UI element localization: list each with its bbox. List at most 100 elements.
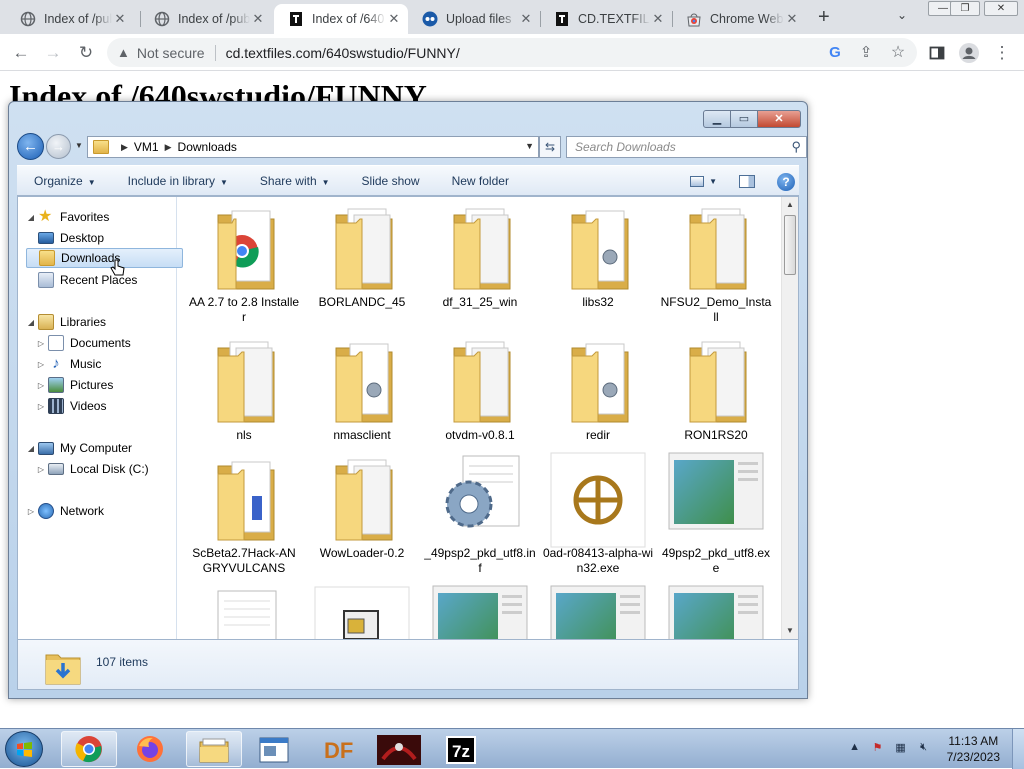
file-item[interactable]: 0ad-r08413-alpha-win32.exe: [542, 448, 654, 578]
bookmark-star-icon[interactable]: ☆: [887, 42, 909, 64]
search-icon[interactable]: ⚲: [791, 137, 801, 157]
nav-downloads[interactable]: Downloads: [26, 248, 183, 268]
file-item[interactable]: otvdm-v0.8.1: [424, 330, 536, 460]
preview-pane-icon[interactable]: [739, 175, 755, 188]
back-arrow-icon[interactable]: ←: [10, 42, 32, 64]
tab-3-active[interactable]: Index of /640 ✕: [274, 4, 408, 34]
url-text[interactable]: cd.textfiles.com/640swstudio/FUNNY/: [226, 45, 460, 61]
collapse-triangle-icon[interactable]: ◢: [26, 213, 36, 222]
back-button[interactable]: ←: [17, 133, 44, 160]
close-tab-icon[interactable]: ✕: [250, 11, 266, 27]
view-options-dropdown[interactable]: ▼: [709, 177, 717, 186]
expand-triangle-icon[interactable]: ▷: [36, 339, 46, 348]
new-folder-button[interactable]: New folder: [435, 174, 524, 188]
address-bar[interactable]: ▲ Not secure cd.textfiles.com/640swstudi…: [107, 38, 917, 67]
share-icon[interactable]: ⇪: [855, 42, 877, 64]
scroll-down-arrow-icon[interactable]: ▼: [782, 623, 798, 639]
close-tab-icon[interactable]: ✕: [784, 11, 800, 27]
taskbar-game[interactable]: [370, 731, 426, 767]
file-item[interactable]: df_31_25_win: [424, 197, 536, 327]
change-view-icon[interactable]: [690, 176, 705, 187]
google-lens-icon[interactable]: G: [824, 42, 846, 64]
nav-videos[interactable]: ▷ Videos: [36, 396, 106, 416]
taskbar-file-explorer[interactable]: [186, 731, 242, 767]
tab-5[interactable]: CD.TEXTFILE ✕: [540, 4, 672, 34]
tab-search-chevron-icon[interactable]: ⌄: [897, 8, 907, 22]
file-item[interactable]: nls: [188, 330, 300, 460]
forward-button[interactable]: →: [46, 134, 71, 159]
nav-pictures[interactable]: ▷ Pictures: [36, 375, 113, 395]
expand-triangle-icon[interactable]: ▷: [26, 507, 36, 516]
nav-libraries[interactable]: ◢ Libraries: [26, 312, 106, 332]
clock[interactable]: 11:13 AM 7/23/2023: [947, 733, 1000, 765]
volume-muted-icon[interactable]: 🔇︎: [916, 741, 932, 757]
scroll-up-arrow-icon[interactable]: ▲: [782, 197, 798, 213]
file-item[interactable]: libs32: [542, 197, 654, 327]
collapse-triangle-icon[interactable]: ◢: [26, 318, 36, 327]
file-item[interactable]: [188, 581, 300, 639]
file-item[interactable]: AA 2.7 to 2.8 Installer: [188, 197, 300, 327]
file-item[interactable]: NFSU2_Demo_Install: [660, 197, 772, 327]
taskbar-window-app[interactable]: [245, 731, 301, 767]
forward-arrow-icon[interactable]: →: [42, 42, 64, 64]
breadcrumb-arrow-icon[interactable]: ▶: [121, 142, 128, 153]
file-item[interactable]: RON1RS20: [660, 330, 772, 460]
nav-documents[interactable]: ▷ Documents: [36, 333, 131, 353]
maximize-button[interactable]: ▭: [730, 110, 758, 128]
collapse-triangle-icon[interactable]: ◢: [26, 444, 36, 453]
close-tab-icon[interactable]: ✕: [112, 11, 128, 27]
nav-network[interactable]: ▷ Network: [26, 501, 104, 521]
nav-local-disk[interactable]: ▷ Local Disk (C:): [36, 459, 149, 479]
expand-triangle-icon[interactable]: ▷: [36, 381, 46, 390]
taskbar-chrome[interactable]: [61, 731, 117, 767]
search-downloads-input[interactable]: Search Downloads ⚲: [566, 136, 807, 158]
explorer-address-bar[interactable]: ▶ VM1 ▶ Downloads ▼: [87, 136, 539, 158]
close-button[interactable]: ✕: [757, 110, 801, 128]
start-button[interactable]: [5, 731, 43, 767]
restore-window-button[interactable]: ❐: [950, 1, 980, 16]
close-tab-icon[interactable]: ✕: [650, 11, 666, 27]
show-desktop-button[interactable]: [1012, 729, 1024, 769]
expand-triangle-icon[interactable]: ▷: [36, 402, 46, 411]
expand-triangle-icon[interactable]: ▷: [36, 465, 46, 474]
file-item[interactable]: nmasclient: [306, 330, 418, 460]
file-item[interactable]: redir: [542, 330, 654, 460]
file-item[interactable]: [306, 581, 418, 639]
expand-triangle-icon[interactable]: ▷: [36, 360, 46, 369]
breadcrumb-vm1[interactable]: VM1: [134, 140, 159, 154]
file-item[interactable]: ScBeta2.7Hack-ANGRYVULCANS: [188, 448, 300, 578]
more-menu-icon[interactable]: ⋮: [991, 42, 1013, 64]
close-tab-icon[interactable]: ✕: [518, 11, 534, 27]
taskbar-7zip[interactable]: 7z: [433, 731, 489, 767]
include-in-library-button[interactable]: Include in library ▼: [111, 174, 243, 188]
close-tab-icon[interactable]: ✕: [386, 11, 402, 27]
reload-icon[interactable]: ↻: [75, 42, 97, 64]
slide-show-button[interactable]: Slide show: [345, 174, 435, 188]
new-tab-button[interactable]: +: [818, 6, 830, 29]
refresh-button[interactable]: ⇆: [539, 136, 561, 158]
address-history-dropdown[interactable]: ▼: [525, 141, 534, 151]
breadcrumb-arrow-icon[interactable]: ▶: [165, 142, 172, 153]
file-item[interactable]: [542, 581, 654, 639]
close-window-button[interactable]: ✕: [984, 1, 1018, 16]
recent-pages-dropdown[interactable]: ▼: [75, 141, 83, 150]
tab-2[interactable]: Index of /pub ✕: [140, 4, 272, 34]
nav-my-computer[interactable]: ◢ My Computer: [26, 438, 132, 458]
tab-4[interactable]: Upload files ✕: [408, 4, 540, 34]
action-center-flag-icon[interactable]: ⚑: [870, 741, 886, 757]
file-item[interactable]: [660, 581, 772, 639]
security-status[interactable]: Not secure: [137, 45, 205, 61]
nav-desktop[interactable]: Desktop: [38, 228, 104, 248]
file-item[interactable]: BORLANDC_45: [306, 197, 418, 327]
show-hidden-icons-arrow[interactable]: ▲: [847, 741, 863, 757]
share-with-button[interactable]: Share with ▼: [243, 174, 345, 188]
file-item[interactable]: [424, 581, 536, 639]
tab-1[interactable]: Index of /pub ✕: [6, 4, 134, 34]
network-tray-icon[interactable]: ▦: [893, 741, 909, 757]
side-panel-icon[interactable]: [926, 42, 948, 64]
warning-triangle-icon[interactable]: ▲: [117, 45, 130, 60]
breadcrumb-downloads[interactable]: Downloads: [178, 140, 237, 154]
file-item[interactable]: 49psp2_pkd_utf8.exe: [660, 448, 772, 578]
taskbar-firefox[interactable]: [122, 731, 178, 767]
taskbar-df[interactable]: DF: [310, 731, 366, 767]
